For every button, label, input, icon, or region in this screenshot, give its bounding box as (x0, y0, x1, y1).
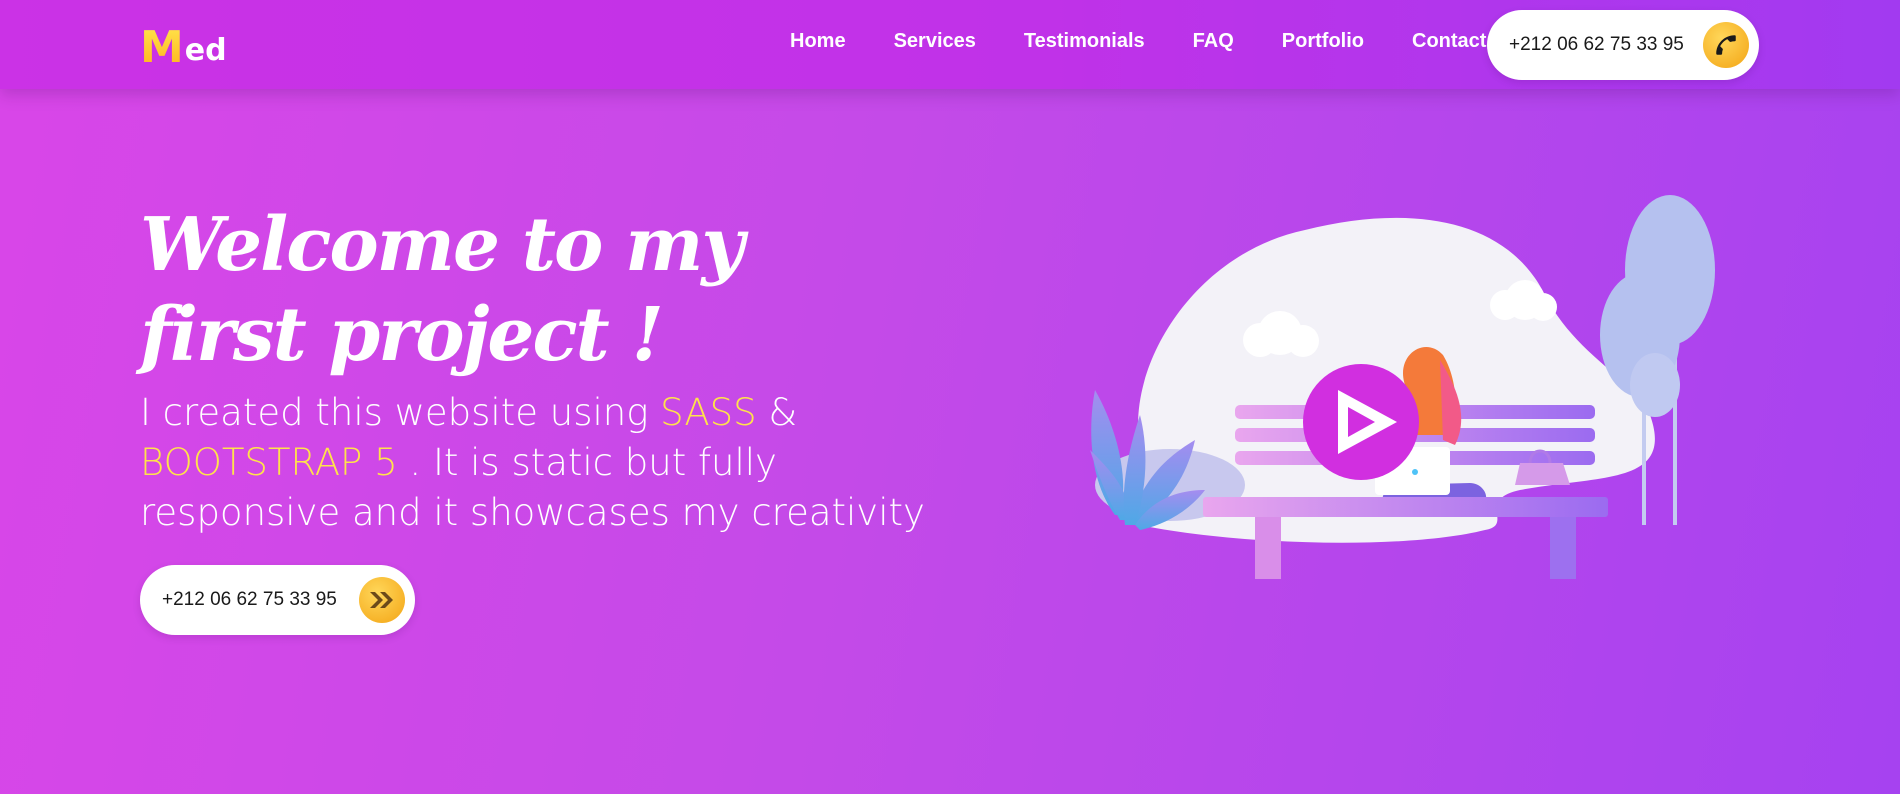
nav-links: Home Services Testimonials FAQ Portfolio… (790, 30, 1486, 53)
hero-description: I created this website using SASS & BOOT… (140, 388, 940, 538)
bench-seat (1203, 497, 1608, 517)
nav-link-faq[interactable]: FAQ (1193, 30, 1234, 53)
double-chevron-right-icon (359, 577, 405, 623)
nav-link-contact[interactable]: Contact (1412, 30, 1486, 53)
hero-phone-button[interactable]: +212 06 62 75 33 95 (140, 565, 415, 635)
nav-link-portfolio[interactable]: Portfolio (1282, 30, 1364, 53)
hero-phone-number: +212 06 62 75 33 95 (162, 589, 337, 610)
nav-phone-button[interactable]: +212 06 62 75 33 95 (1487, 10, 1759, 80)
hero-title: Welcome to my first project ! (140, 202, 744, 378)
logo-letter: M (140, 22, 184, 73)
brand-logo[interactable]: M ed (140, 20, 227, 70)
hero-illustration (1090, 195, 1715, 579)
nav-phone-number: +212 06 62 75 33 95 (1509, 34, 1684, 55)
hero-desc-text-1: I created this website using (140, 391, 661, 434)
navbar: M ed Home Services Testimonials FAQ Port… (0, 0, 1900, 89)
hero-highlight-bootstrap: BOOTSTRAP 5 (140, 441, 398, 484)
hero-highlight-sass: SASS (660, 391, 757, 434)
bench-leg-right (1550, 517, 1576, 579)
hero-desc-text-2: & (756, 391, 798, 434)
nav-link-services[interactable]: Services (894, 30, 976, 53)
nav-link-home[interactable]: Home (790, 30, 846, 53)
phone-icon (1703, 22, 1749, 68)
bench-leg-left (1255, 517, 1281, 579)
nav-link-testimonials[interactable]: Testimonials (1024, 30, 1145, 53)
trees (1600, 195, 1715, 525)
play-button[interactable] (1303, 364, 1419, 480)
logo-text: ed (184, 33, 227, 68)
